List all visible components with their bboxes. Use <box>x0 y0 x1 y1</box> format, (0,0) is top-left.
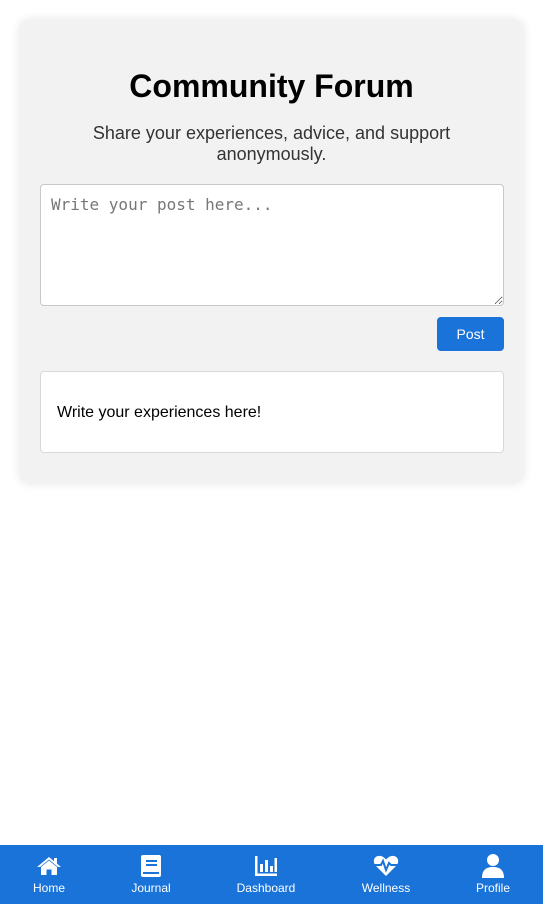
nav-label-journal: Journal <box>131 881 171 895</box>
forum-card: Community Forum Share your experiences, … <box>20 20 523 483</box>
post-text: Write your experiences here! <box>57 404 262 421</box>
nav-item-home[interactable]: Home <box>4 845 94 904</box>
page-title: Community Forum <box>129 68 414 104</box>
user-icon <box>480 854 506 878</box>
post-item: Write your experiences here! <box>40 371 504 453</box>
post-input[interactable] <box>40 184 504 306</box>
post-button[interactable]: Post <box>437 317 504 351</box>
nav-label-home: Home <box>32 881 65 895</box>
nav-label-dashboard: Dashboard <box>236 881 296 895</box>
nav-item-journal[interactable]: Journal <box>106 845 196 904</box>
book-icon <box>138 854 164 878</box>
page-subtitle: Share your experiences, advice, and supp… <box>92 123 451 164</box>
nav-item-wellness[interactable]: Wellness <box>341 845 431 904</box>
bottom-nav: Home Journal Dashboard Wellness Profile <box>0 845 543 904</box>
home-icon <box>36 854 62 878</box>
chart-icon <box>253 854 279 878</box>
nav-label-wellness: Wellness <box>361 881 411 895</box>
nav-item-dashboard[interactable]: Dashboard <box>221 845 311 904</box>
heartbeat-icon <box>373 854 399 878</box>
nav-label-profile: Profile <box>475 881 510 895</box>
nav-item-profile[interactable]: Profile <box>448 845 538 904</box>
